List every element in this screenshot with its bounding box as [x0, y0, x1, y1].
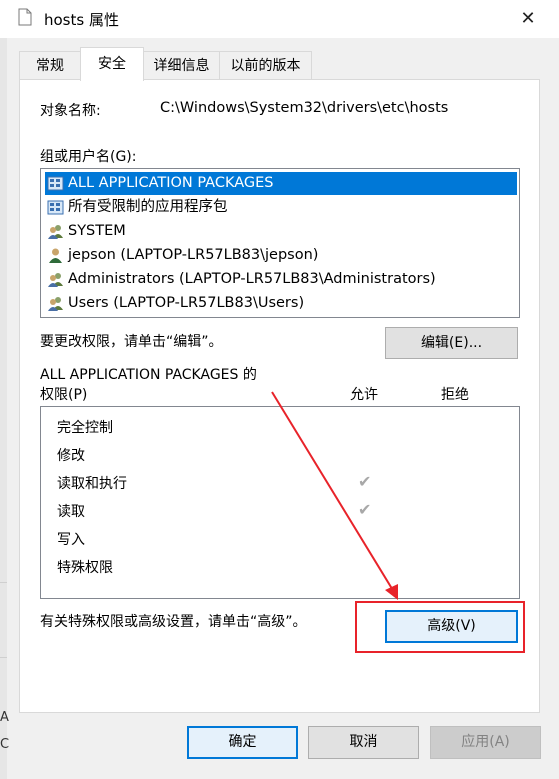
cancel-button[interactable]: 取消 — [308, 726, 419, 759]
groups-label: 组或用户名(G): — [40, 149, 137, 165]
list-item-label: SYSTEM — [68, 223, 126, 239]
list-item-label: jepson (LAPTOP-LR57LB83\jepson) — [68, 247, 319, 263]
close-icon: ✕ — [520, 8, 536, 29]
background-divider — [0, 582, 7, 583]
list-item[interactable]: SYSTEM — [45, 220, 517, 243]
permission-full-control: 完全控制 — [57, 420, 113, 436]
tab-label: 安全 — [98, 56, 126, 72]
list-item[interactable]: jepson (LAPTOP-LR57LB83\jepson) — [45, 244, 517, 267]
background-window-edge — [0, 38, 7, 779]
cancel-button-label: 取消 — [349, 734, 378, 750]
permission-read-execute: 读取和执行 — [57, 476, 127, 492]
app-packages-icon — [47, 200, 64, 215]
window-title: hosts 属性 — [44, 11, 119, 29]
permission-write: 写入 — [57, 532, 85, 548]
tab-previous-versions[interactable]: 以前的版本 — [219, 51, 312, 80]
users-group-icon — [48, 225, 63, 239]
permissions-label: 权限(P) — [40, 387, 88, 403]
tab-label: 常规 — [36, 58, 64, 74]
users-group-icon — [48, 273, 63, 287]
apply-button-label: 应用(A) — [461, 734, 510, 750]
list-item[interactable]: Users (LAPTOP-LR57LB83\Users) — [45, 292, 517, 315]
list-item[interactable]: ALL APPLICATION PACKAGES — [45, 172, 517, 195]
list-item-label: Users (LAPTOP-LR57LB83\Users) — [68, 295, 305, 311]
list-item[interactable]: 所有受限制的应用程序包 — [45, 196, 517, 219]
user-icon — [49, 248, 62, 263]
tab-label: 以前的版本 — [230, 58, 301, 74]
document-icon — [18, 8, 32, 26]
list-item-label: ALL APPLICATION PACKAGES — [68, 175, 274, 191]
tab-details[interactable]: 详细信息 — [142, 51, 221, 80]
check-icon: ✔ — [358, 500, 372, 519]
advanced-hint: 有关特殊权限或高级设置，请单击“高级”。 — [40, 614, 307, 630]
tab-label: 详细信息 — [153, 58, 210, 74]
deny-column-header: 拒绝 — [441, 387, 469, 403]
check-icon: ✔ — [358, 472, 372, 491]
ok-button-label: 确定 — [228, 734, 257, 750]
title-bar: hosts 属性 ✕ — [0, 0, 559, 38]
apply-button[interactable]: 应用(A) — [430, 726, 541, 759]
object-name-label: 对象名称: — [40, 103, 101, 119]
list-item-label: Administrators (LAPTOP-LR57LB83\Administ… — [68, 271, 436, 287]
list-item-label: 所有受限制的应用程序包 — [68, 199, 228, 215]
close-button[interactable]: ✕ — [510, 4, 546, 34]
permission-modify: 修改 — [57, 448, 85, 464]
users-group-icon — [48, 297, 63, 311]
list-item[interactable]: Administrators (LAPTOP-LR57LB83\Administ… — [45, 268, 517, 291]
permissions-heading: ALL APPLICATION PACKAGES 的 — [40, 367, 257, 383]
background-text-fragment: C — [0, 737, 10, 752]
groups-list[interactable]: ALL APPLICATION PACKAGES 所有受限制的应用程序包 SYS… — [40, 168, 520, 318]
edit-hint: 要更改权限，请单击“编辑”。 — [40, 334, 223, 350]
tab-security[interactable]: 安全 — [80, 47, 144, 81]
edit-button-label: 编辑(E)... — [420, 335, 483, 351]
permission-read: 读取 — [57, 504, 85, 520]
object-name-value: C:\Windows\System32\drivers\etc\hosts — [160, 100, 449, 116]
allow-column-header: 允许 — [350, 387, 378, 403]
ok-button[interactable]: 确定 — [187, 726, 298, 759]
tab-general[interactable]: 常规 — [19, 51, 81, 80]
annotation-highlight-box — [355, 601, 525, 653]
background-divider — [0, 657, 7, 658]
permission-special: 特殊权限 — [57, 560, 113, 576]
edit-button[interactable]: 编辑(E)... — [385, 327, 518, 359]
background-text-fragment: A — [0, 710, 9, 725]
app-packages-icon — [47, 176, 64, 191]
